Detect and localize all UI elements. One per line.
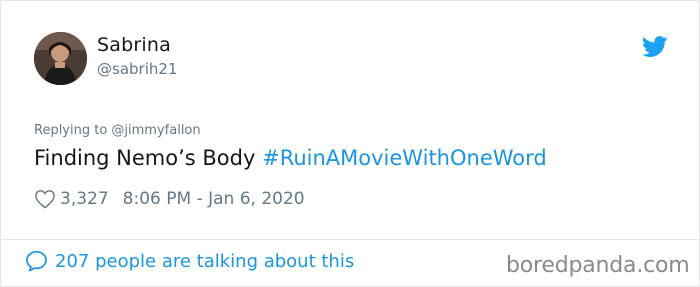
- tweet-body: Finding Nemo’s Body: [34, 146, 263, 170]
- tweet-card: Sabrina @sabrih21 Replying to @jimmyfall…: [0, 0, 700, 287]
- timestamp[interactable]: 8:06 PM - Jan 6, 2020: [123, 189, 305, 209]
- heart-outline-icon[interactable]: [34, 189, 56, 209]
- watermark: boredpanda.com: [506, 253, 690, 278]
- hashtag-link[interactable]: #RuinAMovieWithOneWord: [262, 146, 547, 170]
- divider: [1, 239, 700, 240]
- replying-to[interactable]: Replying to @jimmyfallon: [34, 123, 201, 138]
- like-count[interactable]: 3,327: [60, 189, 109, 209]
- twitter-bird-icon[interactable]: [642, 36, 668, 58]
- speech-bubble-icon: [26, 251, 47, 272]
- tweet-meta: 3,327 8:06 PM - Jan 6, 2020: [34, 189, 305, 209]
- avatar[interactable]: [34, 32, 87, 85]
- tweet-text: Finding Nemo’s Body #RuinAMovieWithOneWo…: [34, 146, 547, 170]
- profile-photo-icon: [34, 32, 87, 85]
- talking-about-link[interactable]: 207 people are talking about this: [25, 250, 354, 272]
- user-handle[interactable]: @sabrih21: [97, 60, 177, 78]
- display-name[interactable]: Sabrina: [97, 34, 171, 56]
- talking-about-text: 207 people are talking about this: [55, 250, 355, 272]
